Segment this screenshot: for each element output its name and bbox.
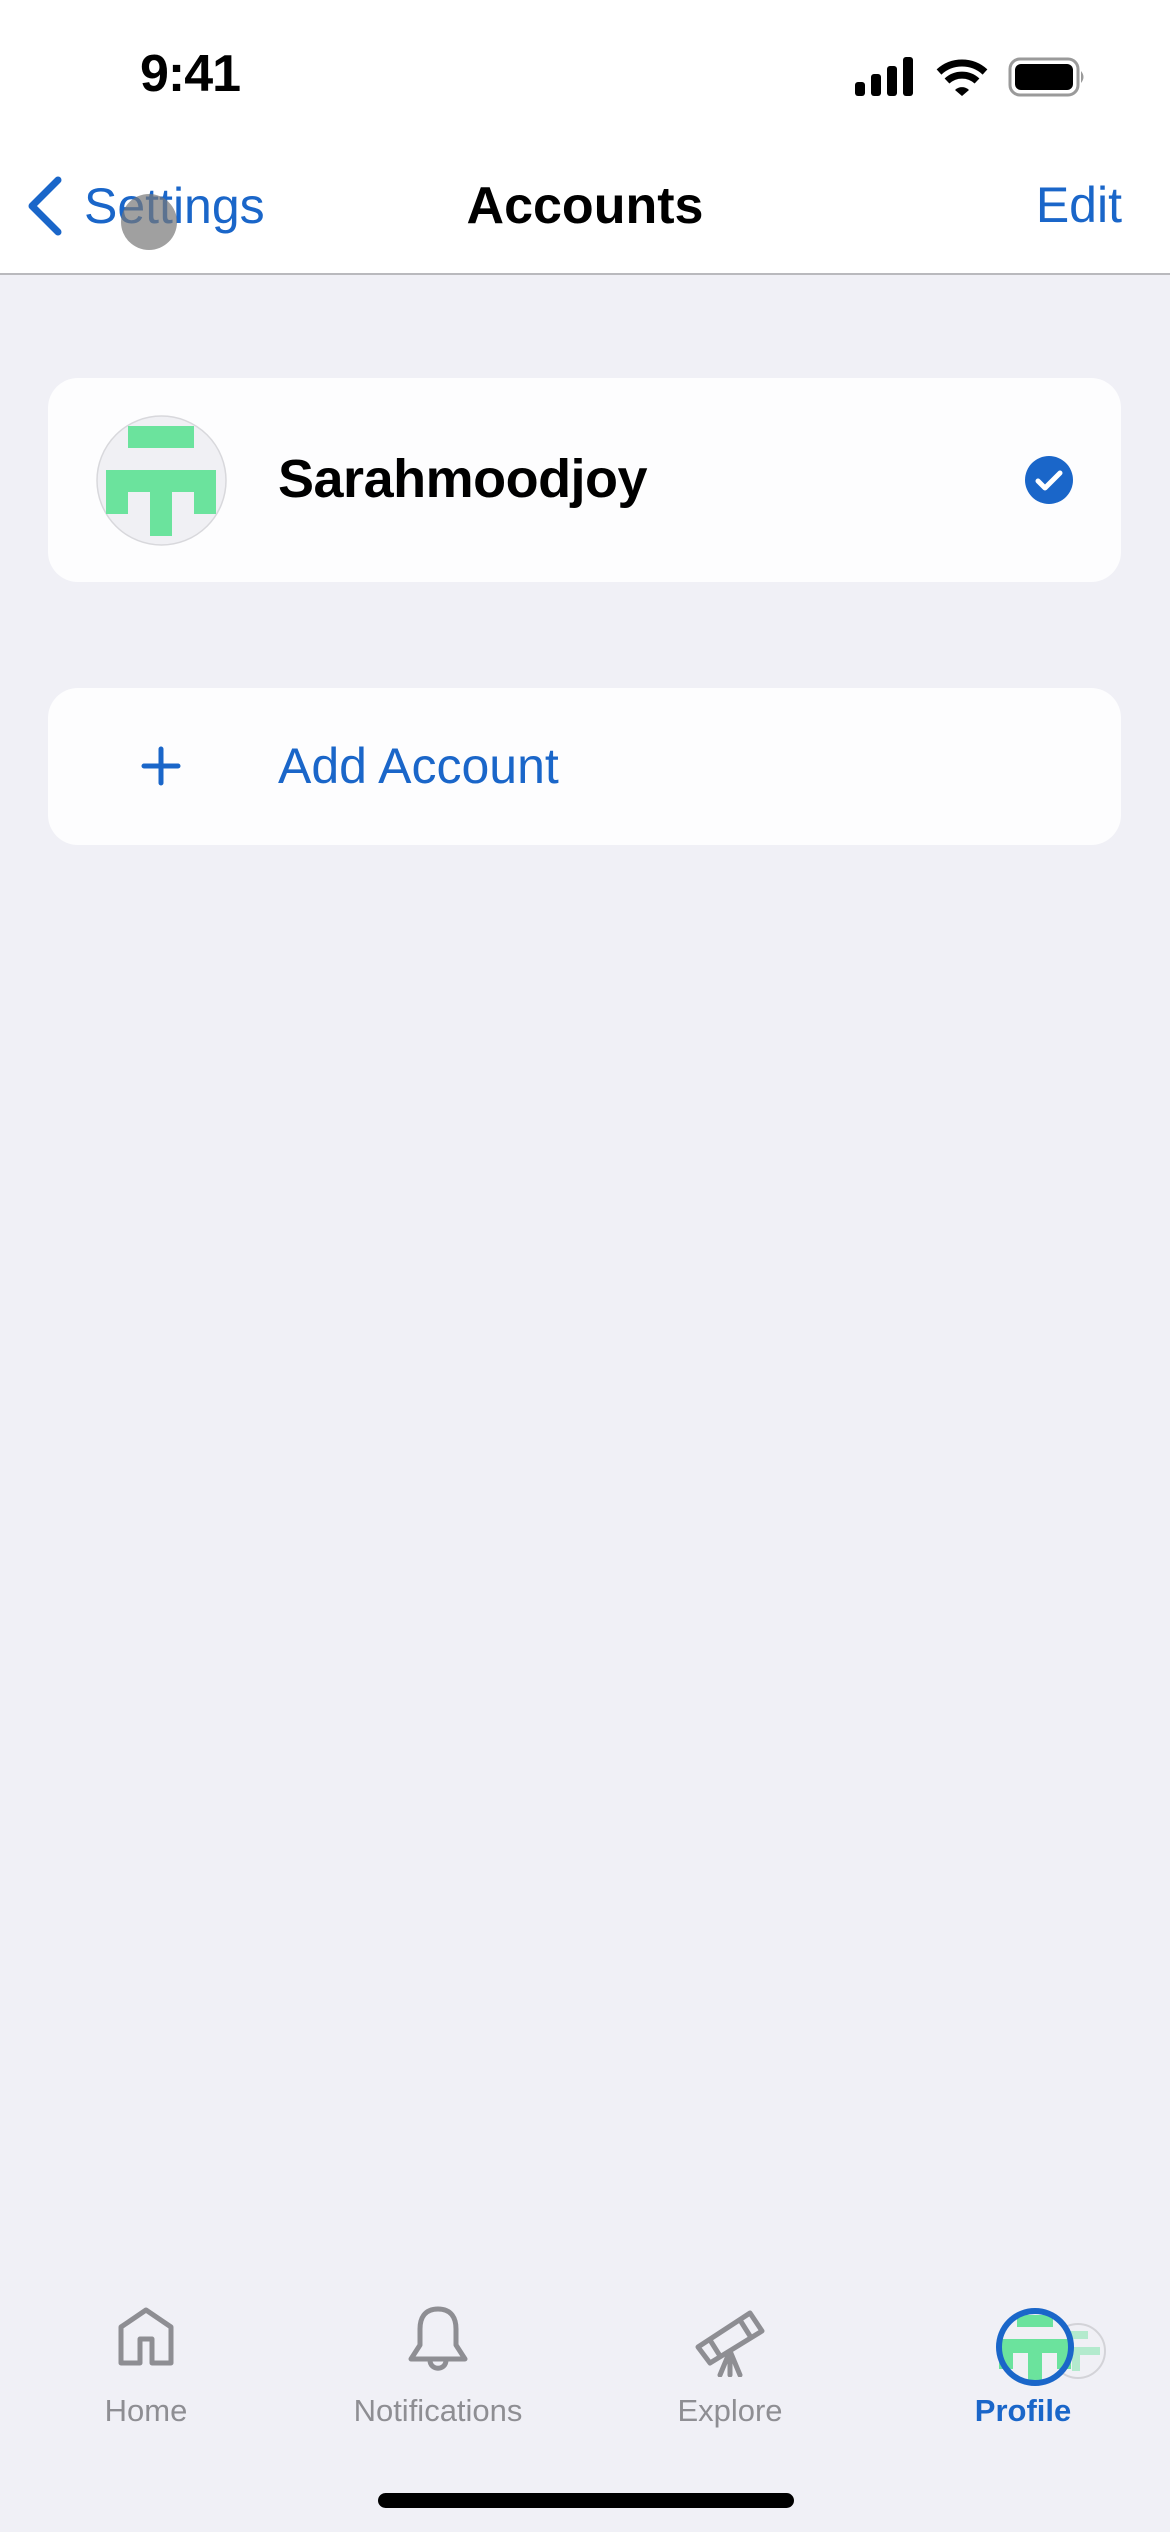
edit-button[interactable]: Edit xyxy=(1036,176,1122,234)
add-account-label: Add Account xyxy=(278,738,559,794)
add-account-button[interactable] xyxy=(48,688,1121,845)
bell-icon xyxy=(408,2306,468,2371)
profile-avatar-icon xyxy=(996,2308,1106,2386)
tab-home-label: Home xyxy=(104,2393,188,2428)
status-time: 9:41 xyxy=(140,45,241,103)
home-indicator[interactable] xyxy=(378,2493,794,2508)
tab-profile-label: Profile xyxy=(974,2393,1072,2428)
touch-indicator xyxy=(121,194,177,250)
cellular-signal-icon xyxy=(855,57,913,96)
tab-notifications[interactable]: Notifications xyxy=(318,2295,558,2435)
tab-profile[interactable]: Profile xyxy=(903,2295,1143,2435)
plus-icon xyxy=(141,746,181,786)
tab-explore-label: Explore xyxy=(677,2393,783,2428)
tab-explore[interactable]: Explore xyxy=(610,2295,850,2435)
house-icon xyxy=(118,2307,174,2366)
battery-icon xyxy=(1008,57,1084,97)
telescope-icon xyxy=(695,2310,765,2377)
status-icons xyxy=(855,57,1084,97)
tab-notifications-label: Notifications xyxy=(353,2393,523,2428)
account-username: Sarahmoodjoy xyxy=(278,449,648,509)
account-avatar xyxy=(96,415,227,546)
wifi-icon xyxy=(936,59,988,96)
checkmark-circle-icon xyxy=(1025,456,1073,504)
tab-home[interactable]: Home xyxy=(26,2295,266,2435)
